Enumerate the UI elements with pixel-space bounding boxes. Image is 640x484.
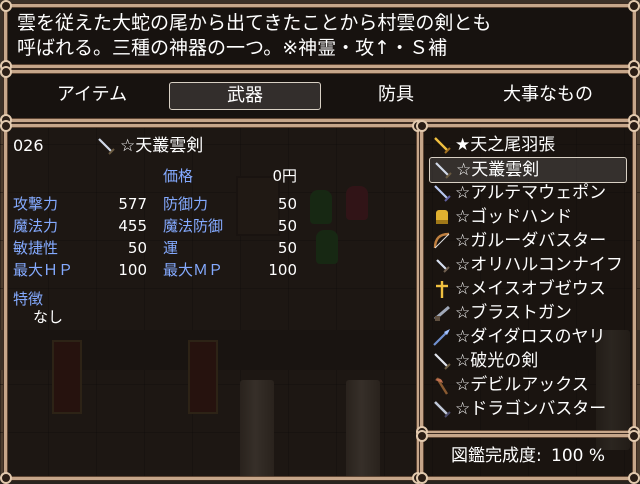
price-value: 0円 (272, 167, 297, 185)
stat-value: 50 (277, 195, 297, 213)
weapon-name: ☆ガルーダバスター (455, 231, 607, 251)
item-name: ☆天叢雲剣 (120, 136, 204, 156)
weapon-name: ☆ゴッドハンド (455, 207, 573, 227)
weapon-name: ☆アルテマウェポン (455, 183, 607, 203)
stat-value: 50 (277, 239, 297, 257)
frame-ornament (628, 66, 640, 78)
tab-items[interactable]: アイテム (17, 82, 167, 108)
stat-label: 最大ＭＰ (163, 261, 224, 279)
completion-value: 100 % (551, 446, 606, 466)
stat-label: 敏捷性 (13, 239, 59, 257)
frame-ornament (416, 430, 428, 442)
stat-value: 100 (118, 261, 147, 279)
frame-ornament (628, 430, 640, 442)
frame-ornament (628, 0, 640, 12)
tab-weapons[interactable]: 武器 (169, 82, 321, 110)
help-window: 雲を従えた大蛇の尾から出てきたことから村雲の剣とも 呼ばれる。三種の神器の一つ。… (0, 0, 640, 72)
traits-label: 特徴 (13, 290, 44, 308)
tab-armor[interactable]: 防具 (321, 82, 471, 108)
frame-ornament (416, 120, 428, 132)
bow-icon (433, 232, 450, 249)
stat-value: 50 (277, 217, 297, 235)
weapon-list-item[interactable]: ☆ブラストガン (429, 301, 625, 325)
gun-icon (434, 305, 450, 321)
stat-label: 防御力 (163, 195, 209, 213)
stat-value: 100 (268, 261, 297, 279)
stat-label: 攻撃力 (13, 195, 59, 213)
item-detail-window: 026 ☆天叢雲剣 価格 0円 攻撃力 577 防御力 50 魔法力 455 魔… (0, 120, 424, 484)
dagger-icon (436, 259, 450, 273)
gauntlet-icon (436, 210, 448, 224)
weapon-name: ☆天叢雲剣 (456, 160, 540, 180)
frame-ornament (628, 120, 640, 132)
weapon-list-item[interactable]: ☆破光の剣 (429, 349, 625, 373)
weapon-name: ☆ブラストガン (455, 303, 572, 323)
mace-icon (436, 281, 448, 298)
weapon-name: ☆破光の剣 (455, 351, 539, 371)
weapon-list-item[interactable]: ☆アルテマウェポン (429, 181, 625, 205)
weapon-name: ☆オリハルコンナイフ (455, 255, 623, 275)
weapon-list-item[interactable]: ☆オリハルコンナイフ (429, 253, 625, 277)
help-text-line-1: 雲を従えた大蛇の尾から出てきたことから村雲の剣とも (17, 12, 492, 34)
weapon-list-item[interactable]: ☆メイスオブゼウス (429, 277, 625, 301)
stat-label: 最大ＨＰ (13, 261, 74, 279)
weapon-list-item[interactable]: ★天之尾羽張 (429, 133, 625, 157)
sword-icon (434, 353, 451, 370)
help-text-line-2: 呼ばれる。三種の神器の一つ。※神霊・攻↑・Ｓ補 (17, 37, 448, 59)
weapon-list-item[interactable]: ☆ゴッドハンド (429, 205, 625, 229)
frame-ornament (416, 472, 428, 484)
weapon-name: ☆デビルアックス (455, 375, 589, 395)
stat-value: 50 (127, 239, 147, 257)
frame-ornament (0, 472, 12, 484)
completion-label: 図鑑完成度: (451, 446, 542, 466)
weapon-name: ☆ドラゴンバスター (455, 399, 607, 419)
sword-icon (434, 185, 451, 202)
weapon-list-item[interactable]: ☆ガルーダバスター (429, 229, 625, 253)
sword-icon (98, 138, 115, 155)
weapon-list-item-selected[interactable]: ☆天叢雲剣 (429, 157, 627, 183)
weapon-list-item[interactable]: ☆ドラゴンバスター (429, 397, 625, 421)
stat-label: 運 (163, 239, 179, 257)
weapon-list-item[interactable]: ☆ダイダロスのヤリ (429, 325, 625, 349)
sword-icon (434, 401, 451, 418)
frame-ornament (0, 66, 12, 78)
item-number: 026 (13, 136, 44, 155)
tab-key-items[interactable]: 大事なもの (473, 82, 623, 108)
traits-value: なし (33, 308, 64, 326)
frame-ornament (0, 0, 12, 12)
completion-window: 図鑑完成度: 100 % (416, 430, 640, 484)
sword-gold-icon (434, 137, 451, 154)
weapon-name: ☆メイスオブゼウス (455, 279, 606, 299)
stat-label: 魔法力 (13, 217, 59, 235)
frame-ornament (0, 120, 12, 132)
stat-label: 魔法防御 (163, 217, 224, 235)
price-label: 価格 (163, 167, 194, 185)
stat-value: 577 (118, 195, 147, 213)
weapon-name: ☆ダイダロスのヤリ (455, 327, 606, 347)
spear-icon (433, 329, 450, 346)
weapon-list-window: ★天之尾羽張 ☆天叢雲剣 ☆アルテマウェポン ☆ゴッドハンド ☆ガルーダバスター… (416, 120, 640, 438)
weapon-name: ★天之尾羽張 (455, 135, 556, 155)
axe-icon (435, 377, 449, 395)
weapon-list-item[interactable]: ☆デビルアックス (429, 373, 625, 397)
category-window: アイテム 武器 防具 大事なもの (0, 66, 640, 126)
stat-value: 455 (118, 217, 147, 235)
frame-ornament (628, 472, 640, 484)
sword-icon (435, 162, 452, 179)
